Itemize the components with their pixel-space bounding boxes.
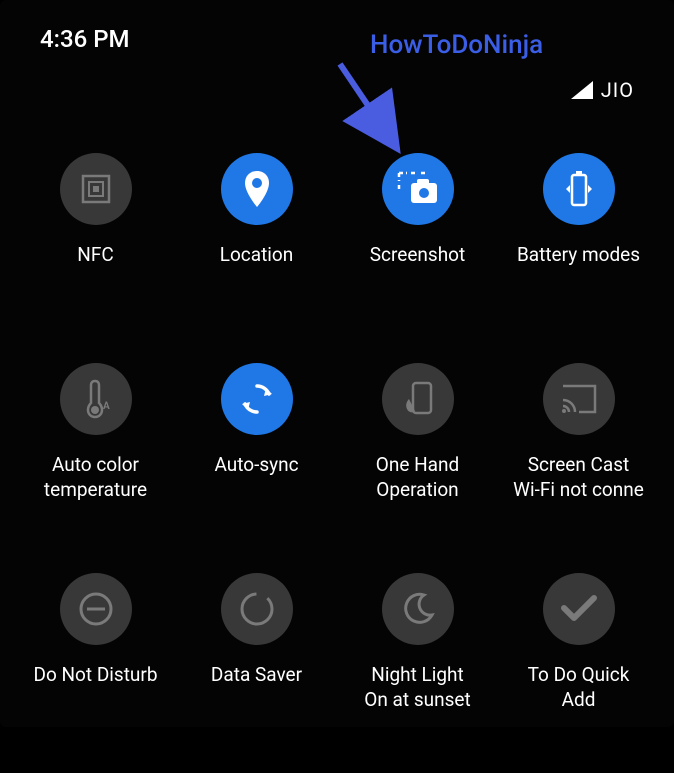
check-icon	[543, 573, 615, 645]
data-saver-icon	[221, 573, 293, 645]
battery-icon	[543, 153, 615, 225]
tile-label: To Do Quick Add	[528, 663, 630, 712]
signal-icon	[571, 81, 593, 99]
status-bar: 4:36 PM	[0, 0, 674, 53]
tile-data-saver[interactable]: Data Saver	[181, 573, 332, 773]
tile-one-hand-operation[interactable]: One Hand Operation	[342, 363, 493, 563]
tile-nfc[interactable]: NFC	[20, 153, 171, 353]
tile-night-light[interactable]: Night Light On at sunset	[342, 573, 493, 773]
status-time: 4:36 PM	[40, 25, 130, 53]
tile-label: Auto-sync	[214, 453, 298, 478]
tile-auto-sync[interactable]: Auto-sync	[181, 363, 332, 563]
status-right: JIO	[571, 78, 634, 102]
sync-icon	[221, 363, 293, 435]
thermometer-icon: A	[60, 363, 132, 435]
tile-label: Screenshot	[370, 243, 465, 268]
tile-label: NFC	[77, 243, 113, 268]
tile-label: One Hand Operation	[376, 453, 459, 502]
location-icon	[221, 153, 293, 225]
tile-screen-cast[interactable]: Screen Cast Wi-Fi not conne	[503, 363, 654, 563]
annotation-arrow	[322, 56, 422, 156]
carrier-label: JIO	[601, 78, 634, 102]
tile-auto-color-temperature[interactable]: A Auto color temperature	[20, 363, 171, 563]
tile-label: Auto color temperature	[44, 453, 147, 502]
cast-icon	[543, 363, 615, 435]
tile-label: Data Saver	[211, 663, 302, 688]
tile-label: Do Not Disturb	[33, 663, 157, 688]
tile-battery-modes[interactable]: Battery modes	[503, 153, 654, 353]
tile-todo-quick-add[interactable]: To Do Quick Add	[503, 573, 654, 773]
moon-icon	[382, 573, 454, 645]
nfc-icon	[60, 153, 132, 225]
quick-settings-grid: NFC Location Screenshot	[0, 53, 674, 773]
tile-do-not-disturb[interactable]: Do Not Disturb	[20, 573, 171, 773]
tile-screenshot[interactable]: Screenshot	[342, 153, 493, 353]
tile-label: Location	[220, 243, 294, 268]
one-hand-icon	[382, 363, 454, 435]
screenshot-icon	[382, 153, 454, 225]
tile-label: Screen Cast Wi-Fi not conne	[513, 453, 644, 502]
tile-location[interactable]: Location	[181, 153, 332, 353]
tile-label: Battery modes	[517, 243, 640, 268]
dnd-icon	[60, 573, 132, 645]
svg-text:A: A	[103, 401, 110, 412]
tile-label: Night Light On at sunset	[364, 663, 470, 712]
